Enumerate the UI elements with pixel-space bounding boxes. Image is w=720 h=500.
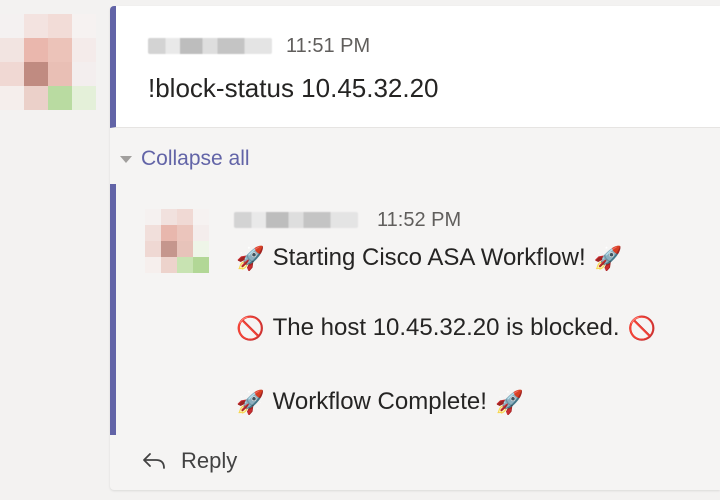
prohibited-icon: 🚫 (236, 314, 265, 341)
bot-name-redacted (234, 212, 358, 228)
reply-button-label: Reply (181, 448, 238, 473)
bot-avatar[interactable] (145, 209, 209, 273)
reply-line-complete: 🚀 Workflow Complete! 🚀 (236, 386, 524, 418)
prohibited-icon: 🚫 (627, 314, 657, 341)
rocket-icon: 🚀 (593, 244, 623, 271)
top-message: 11:51 PM !block-status 10.45.32.20 (110, 6, 720, 128)
message-text: !block-status 10.45.32.20 (148, 73, 439, 103)
collapse-all-label: Collapse all (141, 147, 250, 170)
sender-avatar[interactable] (0, 14, 96, 110)
reply-timestamp: 11:52 PM (377, 209, 462, 231)
rocket-icon: 🚀 (236, 244, 265, 271)
reply-line-text: Workflow Complete! (272, 388, 487, 415)
rocket-icon: 🚀 (236, 388, 265, 415)
reply-line-text: The host 10.45.32.20 is blocked. (272, 314, 620, 341)
reply-line-start: 🚀 Starting Cisco ASA Workflow! 🚀 (236, 242, 622, 274)
collapse-all-button[interactable]: Collapse all (120, 146, 250, 172)
reply-line-text: Starting Cisco ASA Workflow! (272, 244, 586, 271)
reply-button[interactable]: Reply (141, 446, 237, 476)
reply-line-status: 🚫 The host 10.45.32.20 is blocked. 🚫 (236, 312, 656, 344)
message-timestamp: 11:51 PM (286, 35, 371, 57)
thread-accent-bar (110, 184, 116, 435)
reply-arrow-icon (143, 453, 165, 469)
rocket-icon: 🚀 (494, 388, 524, 415)
caret-down-icon (120, 155, 132, 163)
sender-name-redacted (148, 38, 272, 54)
